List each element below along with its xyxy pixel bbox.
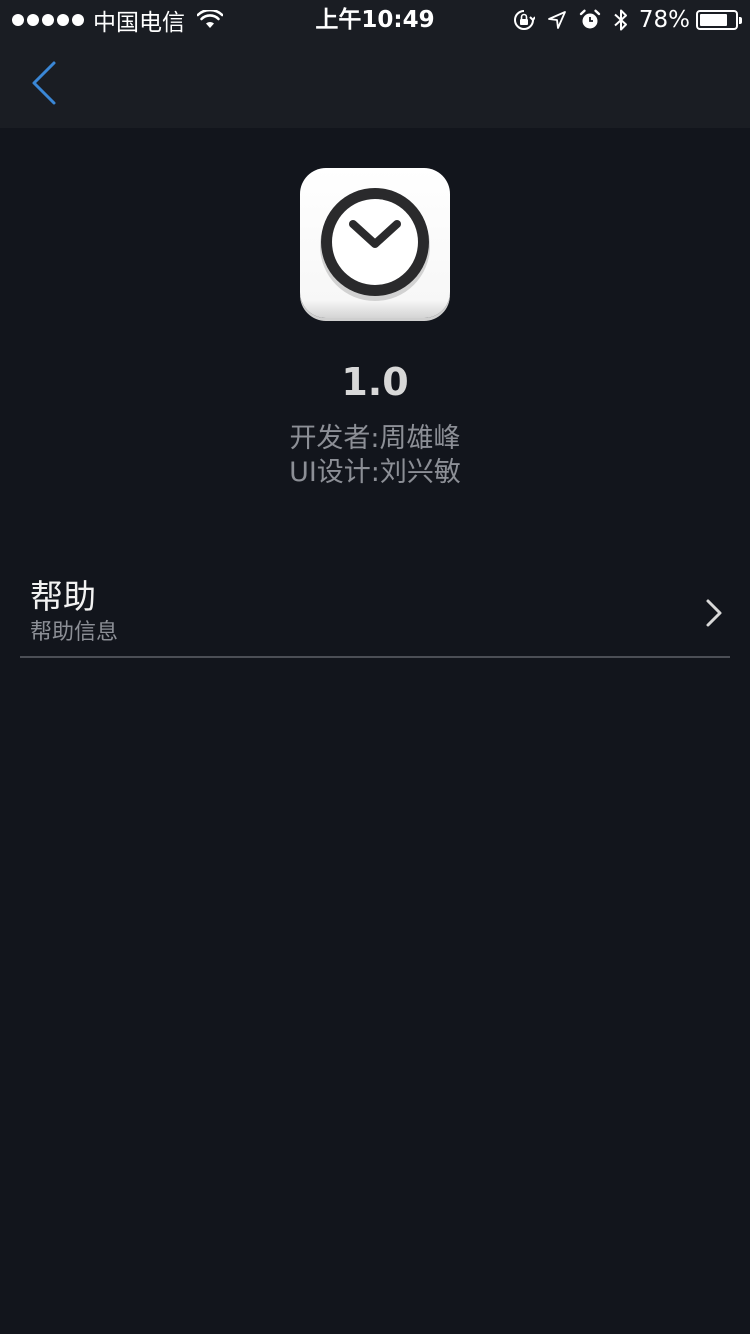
bluetooth-icon xyxy=(614,9,627,31)
clock-icon xyxy=(320,188,430,301)
app-version: 1.0 xyxy=(341,360,409,404)
battery-percent: 78% xyxy=(638,7,690,33)
nav-bar xyxy=(0,40,750,128)
app-icon xyxy=(300,168,450,318)
status-left: 中国电信 xyxy=(12,6,223,36)
chevron-right-icon xyxy=(706,599,722,627)
ui-designer-credit: UI设计:刘兴敏 xyxy=(289,457,461,488)
about-screen: 中国电信 上午10:49 78% 1.0 开发者:周雄峰 UI设计:刘兴敏 帮助… xyxy=(0,0,750,1334)
battery-level xyxy=(700,14,727,26)
location-icon xyxy=(547,11,566,29)
list-item-title: 帮助 xyxy=(30,577,96,616)
carrier-name: 中国电信 xyxy=(93,10,185,36)
battery-icon xyxy=(696,10,742,30)
orientation-lock-icon xyxy=(513,10,535,30)
list-item-help[interactable]: 帮助 帮助信息 xyxy=(20,560,730,658)
developer-credit: 开发者:周雄峰 xyxy=(289,423,461,454)
back-button[interactable] xyxy=(24,58,68,108)
signal-dots-icon xyxy=(12,14,87,26)
chevron-left-icon xyxy=(32,61,56,105)
alarm-icon xyxy=(579,9,601,29)
status-bar: 中国电信 上午10:49 78% xyxy=(0,0,750,40)
list-item-subtitle: 帮助信息 xyxy=(30,620,119,645)
wifi-icon xyxy=(197,10,223,28)
status-right: 78% xyxy=(501,6,742,34)
